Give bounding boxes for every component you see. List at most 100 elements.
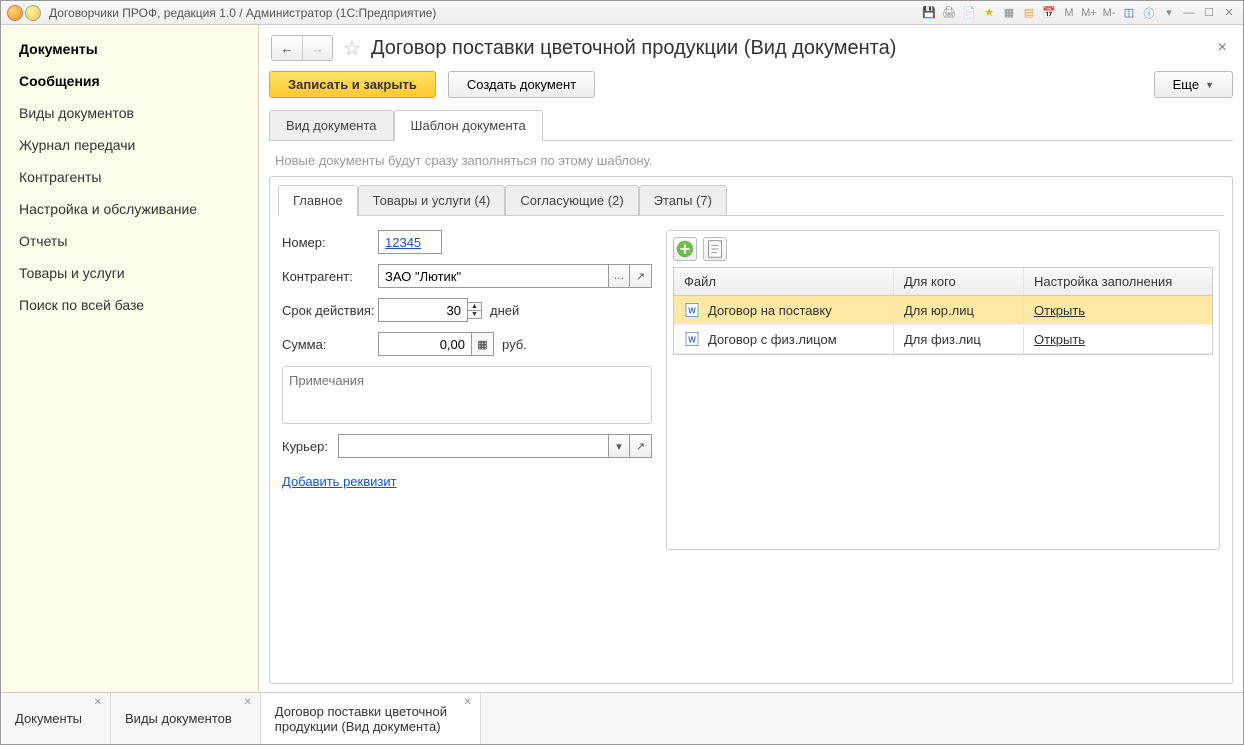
sum-calc-button[interactable]: ▦ <box>472 332 494 356</box>
forward-button[interactable]: → <box>302 36 332 60</box>
courier-label: Курьер: <box>282 439 338 454</box>
bottom-tab[interactable]: Договор поставки цветочной продукции (Ви… <box>261 693 481 744</box>
agent-open-button[interactable]: ↗ <box>630 264 652 288</box>
file-for: Для юр.лиц <box>894 297 1024 324</box>
attachments-panel: Файл Для кого Настройка заполнения W Дого… <box>666 230 1220 550</box>
maximize-icon[interactable]: ☐ <box>1201 5 1217 21</box>
svg-text:W: W <box>688 335 696 344</box>
calc-icon[interactable]: ▤ <box>1021 5 1037 21</box>
term-spinner: ▲ ▼ <box>468 302 482 319</box>
file-for: Для физ.лиц <box>894 326 1024 353</box>
m-icon[interactable]: M <box>1061 5 1077 21</box>
save-icon[interactable]: 💾 <box>921 5 937 21</box>
grid-header: Файл Для кого Настройка заполнения <box>674 268 1212 296</box>
titlebar-controls: 💾 🖨 📄 ★ ▦ ▤ 📅 M M+ M- ◫ ⓘ ▾ — ☐ ✕ <box>921 5 1237 21</box>
bottom-tab[interactable]: Виды документов ✕ <box>111 693 261 744</box>
col-for: Для кого <box>894 268 1024 295</box>
minimize-icon[interactable]: — <box>1181 5 1197 21</box>
back-button[interactable]: ← <box>272 36 302 60</box>
bottom-tab[interactable]: Документы ✕ <box>1 693 111 744</box>
outer-tab[interactable]: Вид документа <box>269 110 394 140</box>
notes-textarea[interactable] <box>282 366 652 424</box>
titlebar: Договорчики ПРОФ, редакция 1.0 / Админис… <box>1 1 1243 25</box>
app-icon-1 <box>7 5 23 21</box>
term-down[interactable]: ▼ <box>468 311 482 319</box>
sidebar-item[interactable]: Поиск по всей базе <box>1 289 258 321</box>
inner-tab[interactable]: Главное <box>278 185 358 215</box>
col-file: Файл <box>674 268 894 295</box>
close-icon[interactable]: ✕ <box>94 697 102 708</box>
attachments-toolbar <box>673 237 1213 261</box>
hint-text: Новые документы будут сразу заполняться … <box>269 141 1233 176</box>
inner-tab[interactable]: Этапы (7) <box>639 185 727 215</box>
inner-tab[interactable]: Согласующие (2) <box>505 185 638 215</box>
favorite-icon[interactable]: ★ <box>981 5 997 21</box>
sidebar-item[interactable]: Сообщения <box>1 65 258 97</box>
svg-text:W: W <box>688 306 696 315</box>
bottom-tab-label: Договор поставки цветочной продукции (Ви… <box>275 704 452 734</box>
file-name: Договор с физ.лицом <box>708 332 837 347</box>
col-setting: Настройка заполнения <box>1024 268 1212 295</box>
star-icon[interactable]: ☆ <box>343 36 361 61</box>
open-link[interactable]: Открыть <box>1034 332 1085 347</box>
term-input[interactable] <box>378 298 468 322</box>
close-icon[interactable]: ✕ <box>463 697 471 708</box>
app-icon-2 <box>25 5 41 21</box>
doc-icon[interactable]: 📄 <box>961 5 977 21</box>
sidebar-item[interactable]: Журнал передачи <box>1 129 258 161</box>
term-label: Срок действия: <box>282 303 378 318</box>
number-label: Номер: <box>282 235 378 250</box>
close-tab-icon[interactable]: × <box>1218 39 1227 57</box>
open-link[interactable]: Открыть <box>1034 303 1085 318</box>
info-icon[interactable]: ⓘ <box>1141 5 1157 21</box>
sidebar-item[interactable]: Товары и услуги <box>1 257 258 289</box>
term-up[interactable]: ▲ <box>468 302 482 311</box>
m-plus-icon[interactable]: M+ <box>1081 5 1097 21</box>
add-file-button[interactable] <box>673 237 697 261</box>
content-pane: ← → ☆ Договор поставки цветочной продукц… <box>259 25 1243 692</box>
file-name: Договор на поставку <box>708 303 832 318</box>
close-window-icon[interactable]: ✕ <box>1221 5 1237 21</box>
outer-tabs: Вид документаШаблон документа <box>269 110 1233 141</box>
more-button[interactable]: Еще▼ <box>1154 71 1233 98</box>
content-header: ← → ☆ Договор поставки цветочной продукц… <box>271 35 1233 61</box>
sidebar-item[interactable]: Отчеты <box>1 225 258 257</box>
chevron-down-icon: ▼ <box>1205 80 1214 90</box>
agent-combo: … ↗ <box>378 264 652 288</box>
sidebar-item[interactable]: Настройка и обслуживание <box>1 193 258 225</box>
courier-input[interactable] <box>338 434 608 458</box>
save-and-close-button[interactable]: Записать и закрыть <box>269 71 436 98</box>
word-doc-icon: W <box>684 302 700 318</box>
print-icon[interactable]: 🖨 <box>941 5 957 21</box>
m-minus-icon[interactable]: M- <box>1101 5 1117 21</box>
create-document-button[interactable]: Создать документ <box>448 71 595 98</box>
app-window: Договорчики ПРОФ, редакция 1.0 / Админис… <box>0 0 1244 745</box>
sidebar: ДокументыСообщенияВиды документовЖурнал … <box>1 25 259 692</box>
view-file-button[interactable] <box>703 237 727 261</box>
sidebar-item[interactable]: Контрагенты <box>1 161 258 193</box>
outer-tab[interactable]: Шаблон документа <box>394 110 543 140</box>
nav-buttons: ← → <box>271 35 333 61</box>
courier-dropdown-button[interactable]: ▾ <box>608 434 630 458</box>
add-attribute-link[interactable]: Добавить реквизит <box>282 474 397 489</box>
sum-input[interactable] <box>378 332 472 356</box>
app-icons <box>7 5 41 21</box>
page-title: Договор поставки цветочной продукции (Ви… <box>371 37 896 60</box>
table-row[interactable]: W Договор на поставку Для юр.лиц Открыть <box>674 296 1212 325</box>
bottom-tab-label: Документы <box>15 711 82 726</box>
bottom-tab-label: Виды документов <box>125 711 232 726</box>
calendar-icon[interactable]: 📅 <box>1041 5 1057 21</box>
table-row[interactable]: W Договор с физ.лицом Для физ.лиц Открыть <box>674 325 1212 354</box>
close-icon[interactable]: ✕ <box>243 697 251 708</box>
grid-icon[interactable]: ▦ <box>1001 5 1017 21</box>
inner-tab[interactable]: Товары и услуги (4) <box>358 185 506 215</box>
agent-label: Контрагент: <box>282 269 378 284</box>
number-input[interactable] <box>378 230 442 254</box>
panels-icon[interactable]: ◫ <box>1121 5 1137 21</box>
agent-input[interactable] <box>378 264 608 288</box>
sidebar-item[interactable]: Документы <box>1 33 258 65</box>
agent-select-button[interactable]: … <box>608 264 630 288</box>
sidebar-item[interactable]: Виды документов <box>1 97 258 129</box>
courier-open-button[interactable]: ↗ <box>630 434 652 458</box>
dropdown-icon[interactable]: ▾ <box>1161 5 1177 21</box>
